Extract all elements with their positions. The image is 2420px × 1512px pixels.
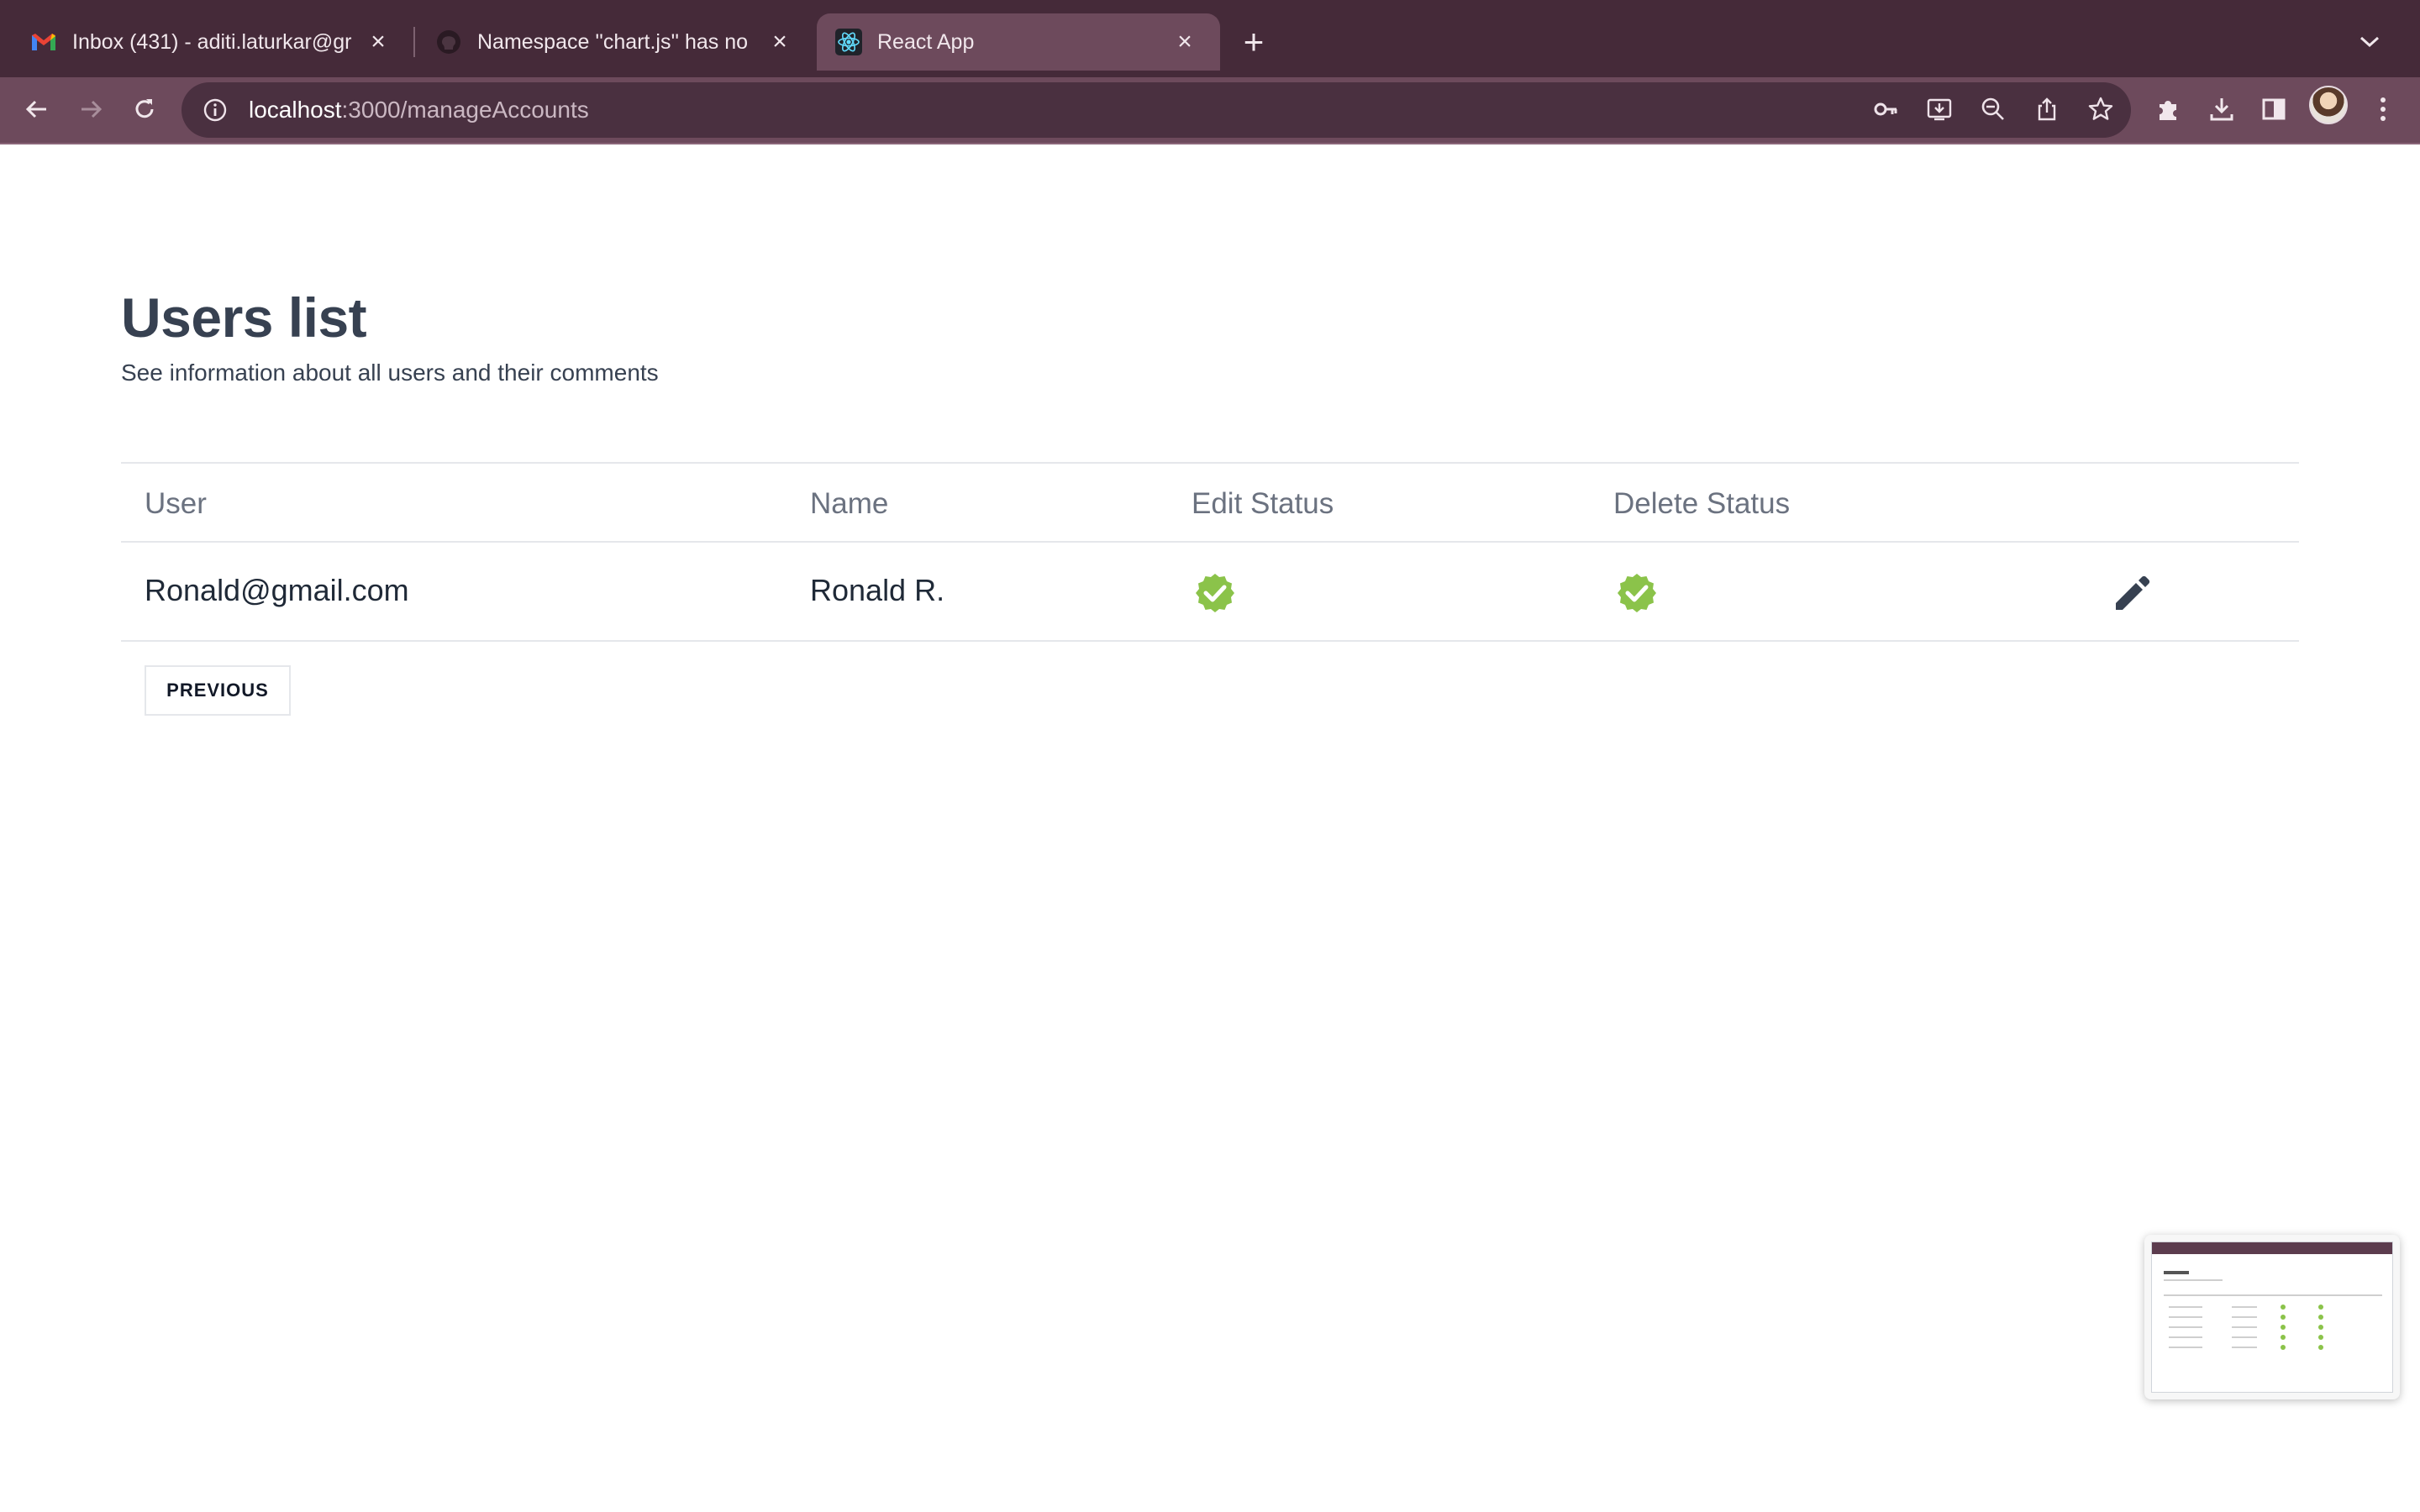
- tab-react-app[interactable]: React App ×: [817, 13, 1220, 71]
- cell-user-name: Ronald R.: [810, 573, 945, 607]
- tab-divider: [413, 27, 415, 57]
- react-icon: [835, 29, 862, 55]
- table-top-border: [121, 462, 2299, 464]
- cell-user-email: Ronald@gmail.com: [145, 573, 409, 607]
- page-title: Users list: [121, 286, 367, 349]
- extensions-puzzle-icon[interactable]: [2148, 89, 2188, 129]
- column-header-name: Name: [810, 487, 889, 520]
- chevron-down-icon[interactable]: [2353, 25, 2386, 59]
- close-icon[interactable]: ×: [363, 27, 393, 57]
- column-header-edit-status: Edit Status: [1192, 487, 1334, 520]
- tab-title: Namespace ''chart.js'' has no: [477, 29, 749, 54]
- profile-avatar[interactable]: [2309, 86, 2348, 124]
- column-header-delete-status: Delete Status: [1613, 487, 1791, 520]
- verified-check-icon: [1618, 574, 1656, 612]
- share-icon[interactable]: [2028, 91, 2065, 128]
- tab-title: Inbox (431) - aditi.laturkar@gr: [72, 29, 352, 54]
- browser-tab-strip: Inbox (431) - aditi.laturkar@gr × Namesp…: [0, 0, 2420, 77]
- tab-title: React App: [877, 29, 975, 54]
- back-arrow-icon[interactable]: [15, 87, 59, 131]
- github-icon: [435, 29, 462, 55]
- bookmark-star-icon[interactable]: [2082, 91, 2119, 128]
- download-icon[interactable]: [2202, 89, 2242, 129]
- thumbnail-image: [2151, 1242, 2393, 1393]
- column-header-user: User: [145, 487, 207, 520]
- install-app-icon[interactable]: [1921, 91, 1958, 128]
- tab-github-issue[interactable]: Namespace ''chart.js'' has no ×: [420, 13, 815, 71]
- previous-page-button[interactable]: PREVIOUS: [145, 665, 291, 716]
- new-tab-plus-icon[interactable]: +: [1235, 24, 1272, 62]
- verified-check-icon: [1196, 574, 1234, 612]
- url-path: :3000/manageAccounts: [341, 97, 589, 123]
- tab-gmail-inbox[interactable]: Inbox (431) - aditi.laturkar@gr ×: [0, 13, 413, 71]
- key-icon[interactable]: [1867, 91, 1904, 128]
- gmail-icon: [30, 29, 57, 55]
- url-host: localhost: [249, 97, 342, 123]
- kebab-menu-icon[interactable]: [2363, 89, 2403, 129]
- close-icon[interactable]: ×: [765, 27, 795, 57]
- close-icon[interactable]: ×: [1170, 27, 1200, 57]
- screenshot-thumbnail[interactable]: [2144, 1235, 2400, 1399]
- forward-arrow-icon[interactable]: [69, 87, 113, 131]
- site-info-icon[interactable]: [200, 95, 230, 125]
- reload-icon[interactable]: [123, 87, 166, 131]
- edit-pencil-icon[interactable]: [2109, 570, 2156, 617]
- toolbar-divider: [0, 143, 2420, 144]
- zoom-out-icon[interactable]: [1975, 91, 2012, 128]
- table-header-divider: [121, 541, 2299, 543]
- side-panel-icon[interactable]: [2254, 89, 2294, 129]
- page-subtitle: See information about all users and thei…: [121, 360, 659, 386]
- address-bar[interactable]: localhost:3000/manageAccounts: [182, 82, 2131, 138]
- table-bottom-border: [121, 640, 2299, 642]
